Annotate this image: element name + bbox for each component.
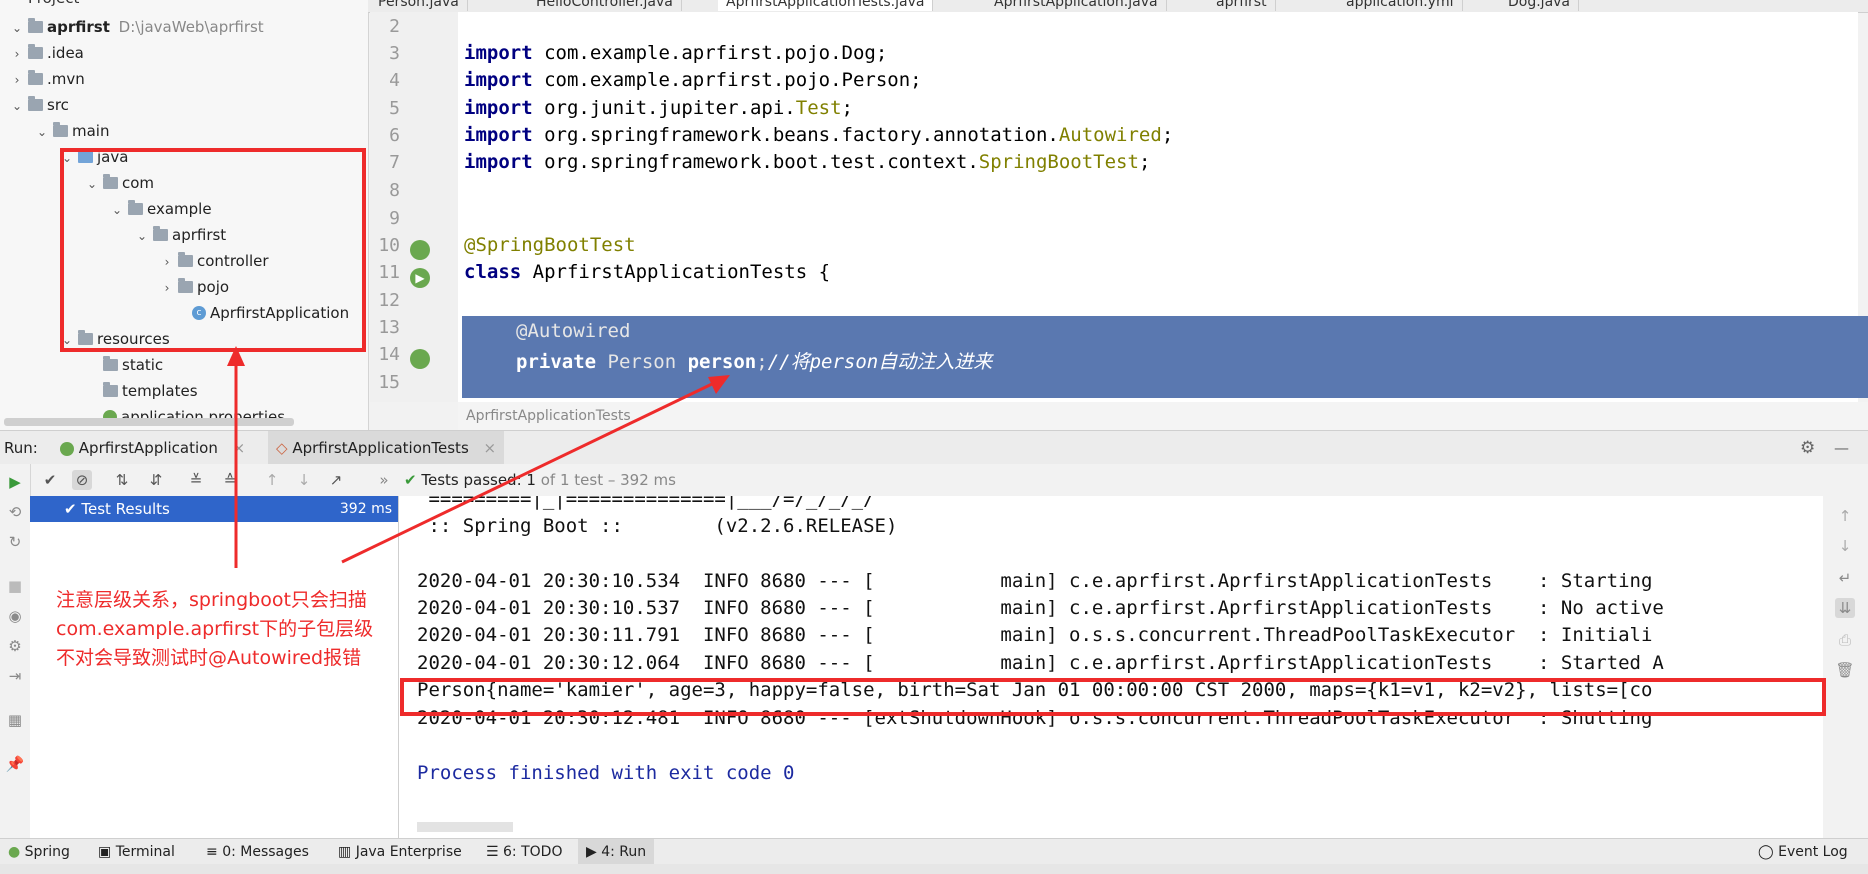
annotation-note: 注意层级关系，springboot只会扫描com.example.aprfirs…	[56, 589, 374, 669]
arrow-to-code	[341, 382, 713, 564]
annotation-arrows	[227, 346, 730, 568]
arrow-head	[227, 346, 245, 366]
